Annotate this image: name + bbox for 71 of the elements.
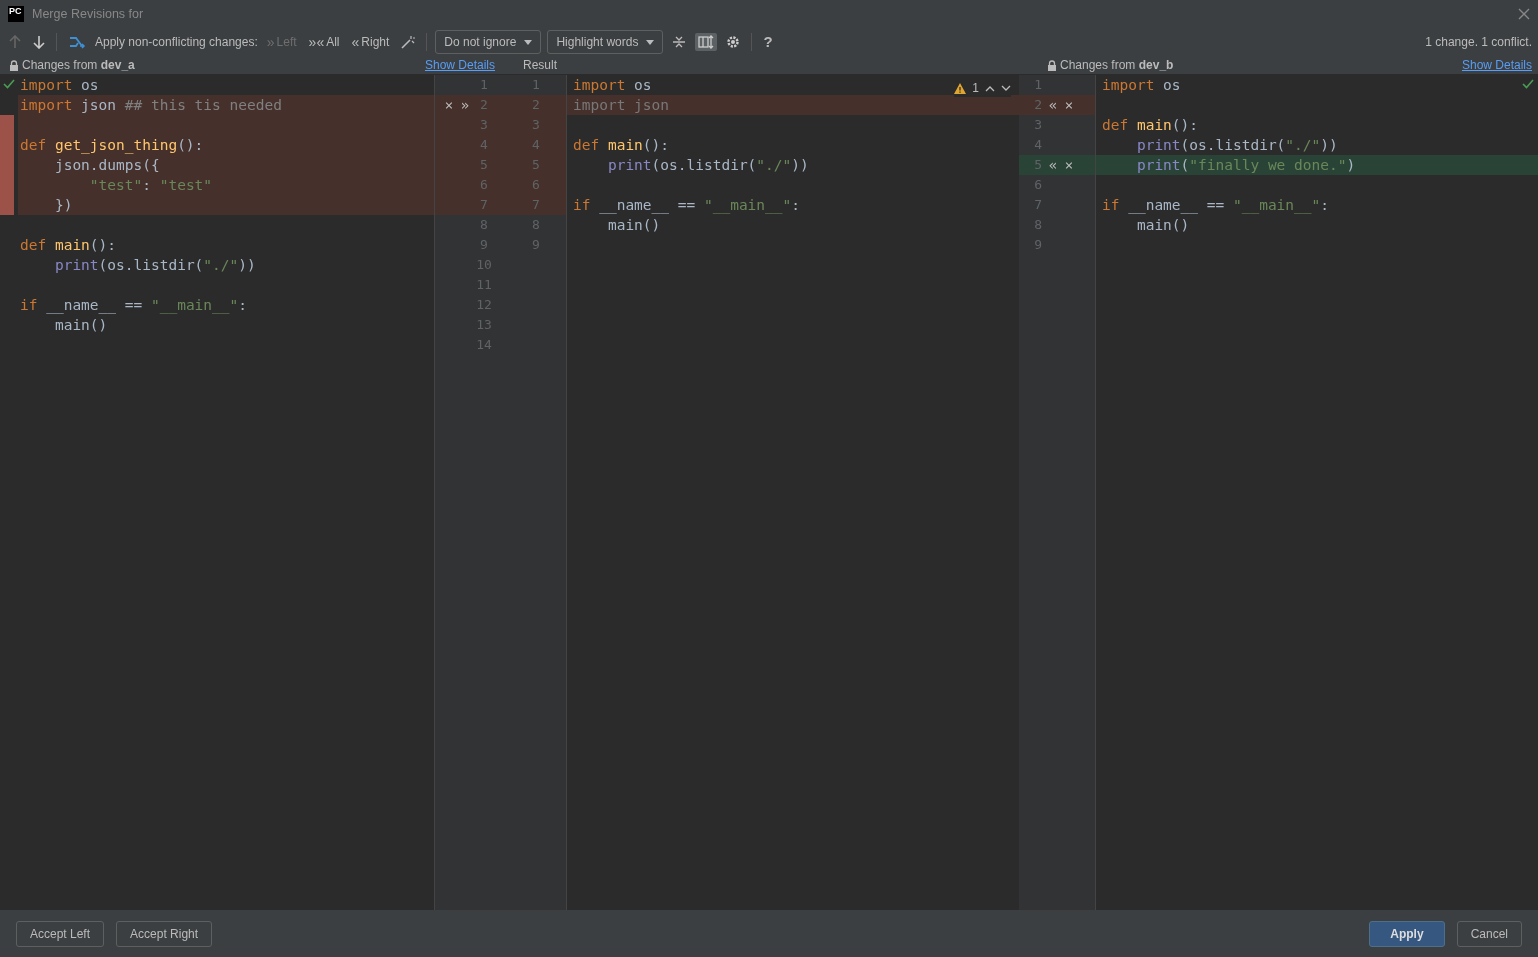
app-logo: PC [8,6,24,22]
apply-button[interactable]: Apply [1369,920,1445,947]
code-line: import os [1101,76,1182,95]
code-line: def main(): [1101,116,1200,135]
code-line: if __name__ == "__main__": [572,196,801,215]
highlight-dropdown[interactable]: Highlight words [547,30,664,54]
code-line: if __name__ == "__main__": [19,296,248,315]
side-by-side-toggle[interactable] [695,33,718,51]
discard-button[interactable]: × [441,95,457,115]
line-number: 7 [479,196,489,214]
code-line: import os [19,76,100,95]
show-details-link[interactable]: Show Details [424,56,501,74]
pane-title: Changes from dev_a [22,57,135,74]
discard-button[interactable]: × [1061,155,1077,175]
code-line: def main(): [572,136,671,155]
discard-button[interactable]: × [1061,95,1077,115]
line-number: 4 [479,136,489,154]
warning-count: 1 [972,80,979,97]
chevron-down-icon[interactable] [1001,84,1011,92]
pane-title: Changes from dev_b [1060,57,1174,74]
caret-icon [646,39,655,45]
line-number: 5 [479,156,489,174]
line-number: 6 [531,176,541,194]
code-line: print(os.listdir("./")) [606,156,810,175]
code-line: if __name__ == "__main__": [1101,196,1330,215]
apply-button[interactable]: « [1045,155,1061,175]
close-icon[interactable] [1518,8,1530,20]
collapse-icon [672,35,687,49]
code-line: print(os.listdir("./")) [1135,136,1339,155]
line-number: 3 [479,116,489,134]
line-number: 2 [1033,96,1043,114]
help-button[interactable]: ? [760,28,776,56]
line-number: 2 [531,96,541,114]
line-number: 4 [531,136,541,154]
lock-icon [1047,59,1057,71]
code-line: import os [572,76,653,95]
apply-right-button[interactable]: «Right [348,29,393,55]
apply-button[interactable]: » [457,95,473,115]
caret-icon [524,39,533,45]
arrow-up-icon [9,35,21,49]
accept-button[interactable]: Accept Right [116,920,213,947]
code-line: def main(): [19,236,118,255]
chevron-up-icon[interactable] [985,84,995,92]
check-icon [3,79,15,89]
apply-all-button[interactable]: »«All [305,29,343,55]
line-number: 2 [479,96,489,114]
apply-button[interactable]: « [1045,95,1061,115]
line-number: 3 [531,116,541,134]
window-title: Merge Revisions for [32,5,144,23]
settings-icon [726,35,741,49]
code-line: main() [606,216,662,235]
ignore-dropdown[interactable]: Do not ignore [435,30,542,54]
check-icon [1522,79,1534,89]
show-details-link[interactable]: Show Details [1461,56,1538,74]
merge-arrows-icon [68,34,86,50]
apply-label: Apply non-conflicting changes: [95,34,258,51]
code-line: main() [53,316,109,335]
change-summary: 1 change. 1 conflict. [1425,34,1532,51]
code-line: print(os.listdir("./")) [53,256,257,275]
next-change-button[interactable] [30,33,48,51]
magic-wand-icon [401,35,416,49]
cancel-button[interactable]: Cancel [1456,920,1522,947]
line-number: 7 [531,196,541,214]
accept-button[interactable]: Accept Left [16,920,105,947]
lock-icon [9,59,19,71]
columns-icon [698,35,715,49]
line-number: 6 [479,176,489,194]
arrow-down-icon [33,35,45,49]
result-title: Result [523,58,557,72]
line-number: 5 [531,156,541,174]
code-line: main() [1135,216,1191,235]
